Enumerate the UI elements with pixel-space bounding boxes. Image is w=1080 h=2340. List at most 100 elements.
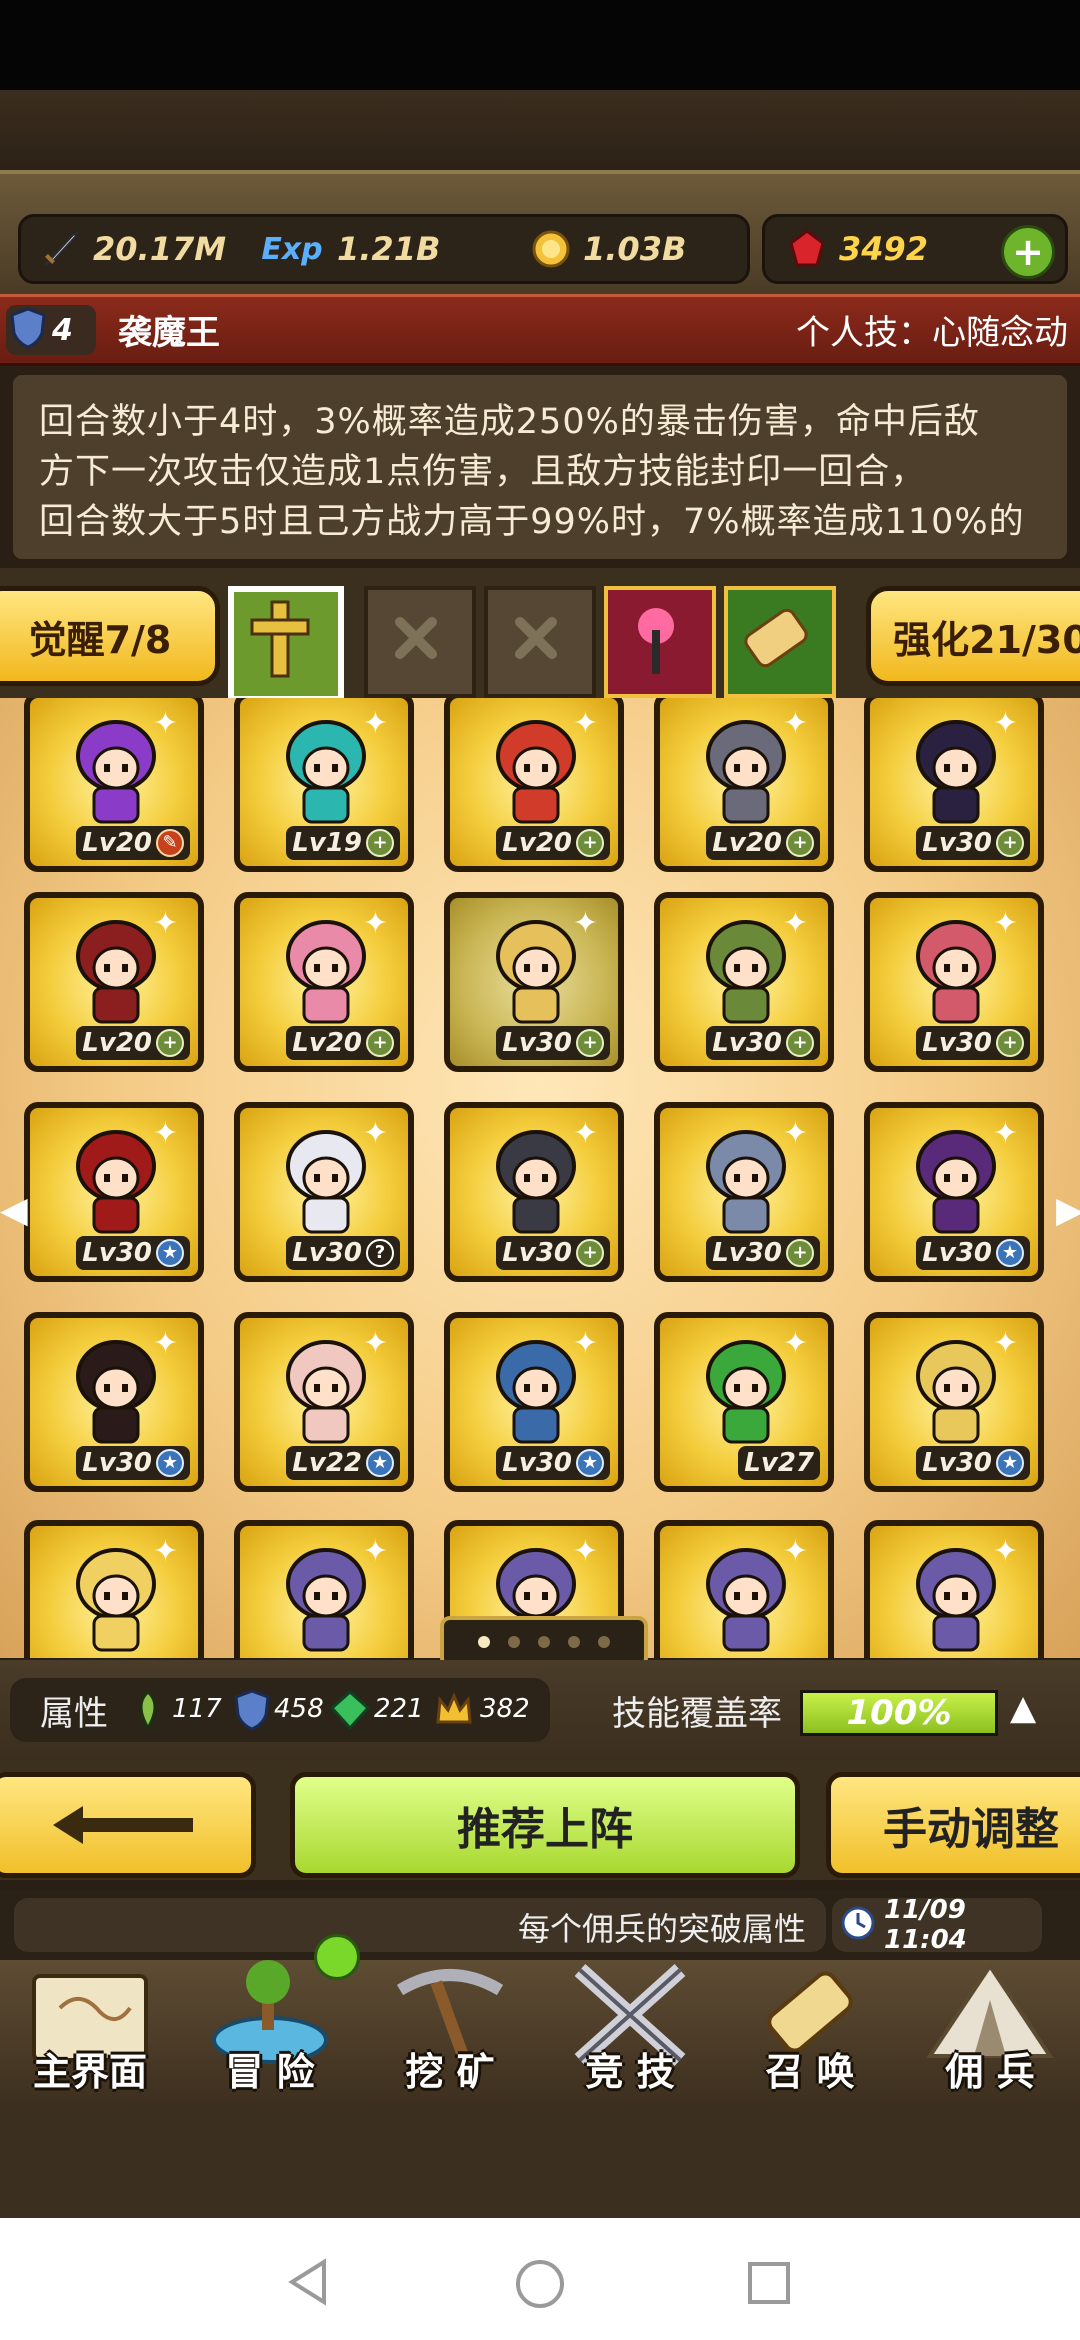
star-icon: ★ [366, 1449, 394, 1477]
hero-card[interactable]: ✦ Lv27 [654, 1312, 834, 1492]
scroll-slot[interactable] [724, 586, 836, 698]
empty-x-icon [395, 617, 437, 659]
level-text: Lv27 [744, 1448, 814, 1478]
hero-level: Lv30 + [706, 1026, 820, 1060]
hero-card[interactable]: ✦ Lv20 + [24, 892, 204, 1072]
hero-card[interactable]: ✦ Lv30 + [444, 892, 624, 1072]
add-gems-button[interactable]: + [1001, 225, 1055, 279]
hero-portrait [76, 1130, 156, 1234]
hero-card[interactable]: ✦ Lv30 + [864, 698, 1044, 872]
rank-number: 4 [52, 312, 73, 348]
gem-value: 3492 [839, 230, 929, 268]
gold-resource: 1.03B [529, 217, 686, 281]
hero-card[interactable]: ✦ Lv22 ★ [234, 1312, 414, 1492]
sparkle-icon: ✦ [572, 706, 598, 741]
nav-summon[interactable]: 召 唤 [720, 1960, 900, 2106]
shield-value: 458 [274, 1694, 324, 1724]
attribute-label: 属性 [40, 1694, 108, 1734]
plus-icon: + [576, 1029, 604, 1057]
hero-card[interactable]: ✦ Lv19 + [234, 698, 414, 872]
hero-card[interactable]: ✦ Lv20 + [654, 698, 834, 872]
hero-card[interactable]: ✦ [234, 1520, 414, 1658]
hero-card[interactable]: ✦ Lv20 + [234, 892, 414, 1072]
attack-resource: 20.17M [39, 217, 226, 281]
page-dot[interactable] [598, 1636, 610, 1648]
hero-level: Lv20 + [76, 1026, 190, 1060]
next-page-arrow[interactable]: ▶ [1056, 1190, 1080, 1231]
coverage-value: 100% [846, 1693, 952, 1733]
hero-card[interactable]: ✦ Lv30 ★ [24, 1102, 204, 1282]
hero-portrait [706, 920, 786, 1024]
star-icon: ★ [996, 1449, 1024, 1477]
hero-portrait [706, 720, 786, 824]
hero-card[interactable]: ✦ [24, 1520, 204, 1658]
sparkle-icon: ✦ [572, 1326, 598, 1361]
sparkle-icon: ✦ [152, 1534, 178, 1569]
sparkle-icon: ✦ [362, 906, 388, 941]
description-line: 方下一次攻击仅造成1点伤害，且敌方技能封印一回合， [39, 452, 927, 492]
staff-slot[interactable] [604, 586, 716, 698]
hero-card[interactable]: ✦ Lv30 + [864, 892, 1044, 1072]
hero-level: Lv30 ★ [916, 1446, 1030, 1480]
level-text: Lv30 [502, 1448, 572, 1478]
awaken-button[interactable]: 觉醒7/8 [0, 586, 220, 686]
crown-icon [432, 1688, 476, 1736]
hero-card[interactable]: ✦ Lv30 ★ [864, 1312, 1044, 1492]
recents-square-icon[interactable] [746, 2260, 792, 2306]
collapse-up-icon[interactable]: ▲ [1010, 1688, 1036, 1728]
sparkle-icon: ✦ [992, 1116, 1018, 1151]
hero-card[interactable]: ✦ Lv20 + [444, 698, 624, 872]
hero-portrait [706, 1130, 786, 1234]
hero-level: Lv30 + [916, 826, 1030, 860]
recommend-formation-button[interactable]: 推荐上阵 [290, 1772, 800, 1878]
hero-card[interactable]: ✦ Lv30 + [654, 1102, 834, 1282]
hero-card[interactable]: ✦ Lv30 + [444, 1102, 624, 1282]
hero-card[interactable]: ✦ Lv30 ★ [864, 1102, 1044, 1282]
hero-portrait [286, 1130, 366, 1234]
description-line: 回合数小于4时，3%概率造成250%的暴击伤害，命中后敌 [39, 402, 980, 442]
empty-slot-2[interactable] [484, 586, 596, 698]
page-dot[interactable] [508, 1636, 520, 1648]
nav-main[interactable]: 主界面 [0, 1960, 180, 2106]
level-text: Lv20 [82, 1028, 152, 1058]
enhance-button[interactable]: 强化21/30 [866, 586, 1080, 686]
hero-card[interactable]: ✦ [864, 1520, 1044, 1658]
gem-resource: 3492 [785, 217, 928, 281]
back-triangle-icon[interactable] [286, 2258, 330, 2306]
hero-card[interactable]: ✦ Lv30 + [654, 892, 834, 1072]
page-dot[interactable] [538, 1636, 550, 1648]
hero-name: 袭魔王 [118, 313, 220, 353]
sparkle-icon: ✦ [992, 906, 1018, 941]
hero-card[interactable]: ✦ Lv30 ★ [444, 1312, 624, 1492]
prev-page-arrow[interactable]: ◀ [0, 1190, 28, 1231]
question-icon: ? [366, 1239, 394, 1267]
manual-label: 手动调整 [883, 1804, 1059, 1855]
hero-card[interactable]: ✦ [654, 1520, 834, 1658]
level-text: Lv30 [292, 1238, 362, 1268]
hero-level: Lv22 ★ [286, 1446, 400, 1480]
hero-portrait [76, 1548, 156, 1652]
nav-adventure[interactable]: 冒 险 [180, 1934, 360, 2106]
page-dot[interactable] [478, 1636, 490, 1648]
nav-arena[interactable]: 竞 技 [540, 1960, 720, 2106]
plus-icon: + [576, 829, 604, 857]
nav-mercenary[interactable]: 佣 兵 [900, 1960, 1080, 2106]
manual-adjust-button[interactable]: 手动调整 [826, 1772, 1080, 1878]
level-text: Lv20 [292, 1028, 362, 1058]
nav-mining[interactable]: 挖 矿 [360, 1960, 540, 2106]
nav-label: 召 唤 [765, 2050, 855, 2094]
home-circle-icon[interactable] [514, 2258, 566, 2310]
page-dot[interactable] [568, 1636, 580, 1648]
back-button[interactable] [0, 1772, 256, 1878]
star-icon: ★ [156, 1239, 184, 1267]
hero-portrait [286, 920, 366, 1024]
hero-card[interactable]: ✦ Lv30? [234, 1102, 414, 1282]
hero-level: Lv20 + [496, 826, 610, 860]
hero-card[interactable]: ✦ Lv20 ✎ [24, 698, 204, 872]
hero-portrait [496, 720, 576, 824]
cross-slot-selected[interactable] [228, 586, 344, 702]
description-line: 回合数大于5时且己方战力高于99%时，7%概率造成110%的 [39, 502, 1025, 542]
empty-slot-1[interactable] [364, 586, 476, 698]
hero-card[interactable]: ✦ Lv30 ★ [24, 1312, 204, 1492]
hero-level: Lv19 + [286, 826, 400, 860]
